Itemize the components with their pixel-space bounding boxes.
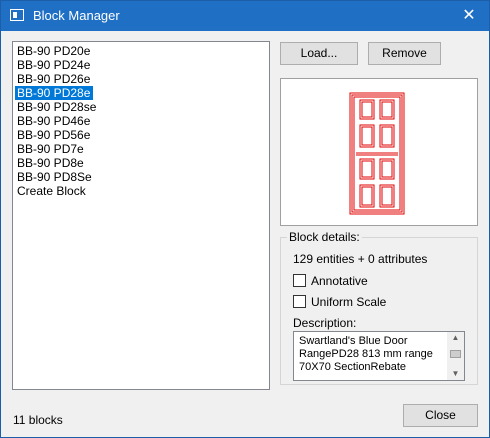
block-list-item[interactable]: BB-90 PD28se [15, 100, 267, 114]
title-bar[interactable]: Block Manager ✕ [1, 1, 489, 31]
block-details-label: Block details: [287, 230, 362, 244]
block-list-item[interactable]: BB-90 PD56e [15, 128, 267, 142]
scroll-thumb[interactable] [450, 350, 461, 358]
remove-button-label: Remove [382, 46, 427, 60]
window-title: Block Manager [33, 8, 120, 23]
uniform-scale-label: Uniform Scale [311, 295, 387, 309]
annotative-checkbox[interactable] [293, 274, 306, 287]
block-manager-window: Block Manager ✕ BB-90 PD20e BB-90 PD24e BB… [0, 0, 490, 438]
block-count-status: 11 blocks [13, 413, 63, 427]
block-list-item[interactable]: BB-90 PD20e [15, 44, 267, 58]
block-list-item[interactable]: BB-90 PD46e [15, 114, 267, 128]
block-list-item[interactable]: Create Block [15, 184, 267, 198]
close-icon[interactable]: ✕ [455, 3, 483, 29]
block-list-item[interactable]: BB-90 PD7e [15, 142, 267, 156]
scroll-down-icon[interactable]: ▼ [447, 368, 464, 380]
description-text: Swartland's Blue Door RangePD28 813 mm r… [299, 335, 433, 373]
entities-count-text: 129 entities + 0 attributes [293, 252, 428, 266]
block-list-item[interactable]: BB-90 PD8e [15, 156, 267, 170]
remove-button[interactable]: Remove [368, 42, 441, 65]
scroll-up-icon[interactable]: ▲ [447, 332, 464, 344]
close-button-label: Close [425, 408, 456, 422]
block-list-item[interactable]: BB-90 PD26e [15, 72, 267, 86]
load-button[interactable]: Load... [280, 42, 358, 65]
app-icon [10, 9, 24, 21]
description-textarea[interactable]: Swartland's Blue Door RangePD28 813 mm r… [293, 331, 465, 381]
load-button-label: Load... [300, 46, 338, 60]
block-list[interactable]: BB-90 PD20e BB-90 PD24e BB-90 PD26e BB-90 P… [12, 41, 270, 390]
description-label: Description: [293, 316, 357, 330]
annotative-label: Annotative [311, 274, 368, 288]
block-list-item[interactable]: BB-90 PD24e [15, 58, 267, 72]
block-preview [280, 78, 478, 226]
description-scrollbar[interactable]: ▲ ▼ [447, 332, 464, 380]
close-button[interactable]: Close [403, 404, 478, 427]
door-preview-drawing [349, 92, 405, 215]
uniform-scale-checkbox[interactable] [293, 295, 306, 308]
block-list-item[interactable]: BB-90 PD28e [15, 86, 94, 100]
block-list-item[interactable]: BB-90 PD8Se [15, 170, 267, 184]
